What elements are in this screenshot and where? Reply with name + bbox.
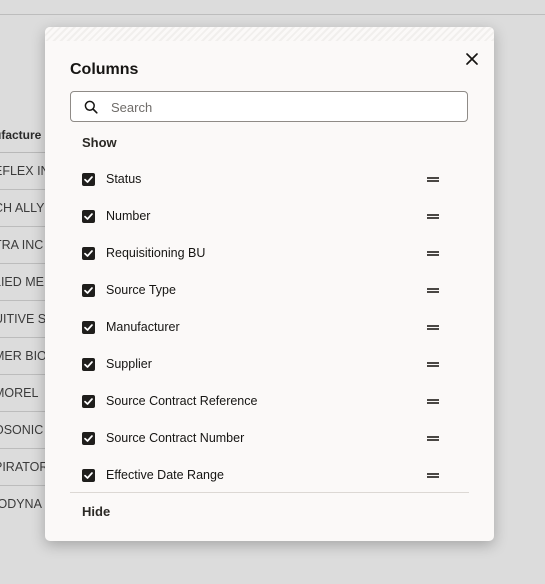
column-item-supplier[interactable]: Supplier xyxy=(82,346,452,383)
columns-dialog: Columns Show Status Number Requisitionin… xyxy=(45,27,494,541)
checkmark-icon xyxy=(84,398,93,405)
drag-handle-icon[interactable] xyxy=(427,249,439,257)
source-contract-number-checkbox[interactable] xyxy=(82,432,95,445)
checkmark-icon xyxy=(84,435,93,442)
background-table: ufacture EFLEX IN CH ALLY TRA INC LIED M… xyxy=(0,118,46,522)
checkmark-icon xyxy=(84,176,93,183)
drag-handle-icon[interactable] xyxy=(427,471,439,479)
table-row[interactable]: MER BIO xyxy=(0,338,46,375)
page-top-divider xyxy=(0,14,545,15)
hide-section-label: Hide xyxy=(82,504,111,519)
manufacturer-checkbox[interactable] xyxy=(82,321,95,334)
column-item-source-contract-number[interactable]: Source Contract Number xyxy=(82,420,452,457)
column-item-status[interactable]: Status xyxy=(82,161,452,198)
column-label: Number xyxy=(106,209,151,223)
column-item-source-type[interactable]: Source Type xyxy=(82,272,452,309)
dialog-drag-handle[interactable] xyxy=(45,27,494,41)
drag-handle-icon[interactable] xyxy=(427,397,439,405)
drag-handle-icon[interactable] xyxy=(427,175,439,183)
number-checkbox[interactable] xyxy=(82,210,95,223)
checkmark-icon xyxy=(84,287,93,294)
search-icon xyxy=(84,100,98,114)
show-section-label: Show xyxy=(82,135,117,150)
drag-handle-icon[interactable] xyxy=(427,286,439,294)
column-item-requisitioning-bu[interactable]: Requisitioning BU xyxy=(82,235,452,272)
status-checkbox[interactable] xyxy=(82,173,95,186)
column-item-manufacturer[interactable]: Manufacturer xyxy=(82,309,452,346)
checkmark-icon xyxy=(84,213,93,220)
close-button[interactable] xyxy=(462,49,482,69)
table-header-manufacturer[interactable]: ufacture xyxy=(0,118,46,153)
supplier-checkbox[interactable] xyxy=(82,358,95,371)
drag-handle-icon[interactable] xyxy=(427,434,439,442)
column-item-effective-date-range[interactable]: Effective Date Range xyxy=(82,457,452,494)
column-label: Requisitioning BU xyxy=(106,246,206,260)
effective-date-range-checkbox[interactable] xyxy=(82,469,95,482)
drag-handle-icon[interactable] xyxy=(427,323,439,331)
table-row[interactable]: IODYNA xyxy=(0,486,46,522)
drag-handle-icon[interactable] xyxy=(427,360,439,368)
dialog-title: Columns xyxy=(70,61,139,78)
table-row[interactable]: EFLEX IN xyxy=(0,153,46,190)
checkmark-icon xyxy=(84,250,93,257)
visible-columns-list: Status Number Requisitioning BU Source T… xyxy=(82,161,452,494)
column-label: Source Contract Reference xyxy=(106,394,258,408)
checkmark-icon xyxy=(84,324,93,331)
close-icon xyxy=(466,53,478,65)
source-type-checkbox[interactable] xyxy=(82,284,95,297)
column-label: Supplier xyxy=(106,357,152,371)
search-field[interactable] xyxy=(70,91,468,123)
table-row[interactable]: PIRATOR xyxy=(0,449,46,486)
search-input[interactable] xyxy=(109,92,453,123)
column-label: Effective Date Range xyxy=(106,468,224,482)
table-row[interactable]: CH ALLY xyxy=(0,190,46,227)
checkmark-icon xyxy=(84,472,93,479)
drag-handle-icon[interactable] xyxy=(427,212,439,220)
checkmark-icon xyxy=(84,361,93,368)
column-label: Source Type xyxy=(106,283,176,297)
column-item-source-contract-reference[interactable]: Source Contract Reference xyxy=(82,383,452,420)
table-row[interactable]: UITIVE SU xyxy=(0,301,46,338)
table-row[interactable]: MOREL xyxy=(0,375,46,412)
section-divider xyxy=(70,492,469,493)
column-item-number[interactable]: Number xyxy=(82,198,452,235)
source-contract-reference-checkbox[interactable] xyxy=(82,395,95,408)
table-row[interactable]: LIED ME xyxy=(0,264,46,301)
requisitioning-bu-checkbox[interactable] xyxy=(82,247,95,260)
column-label: Manufacturer xyxy=(106,320,180,334)
column-label: Status xyxy=(106,172,142,186)
table-row[interactable]: OSONIC xyxy=(0,412,46,449)
column-label: Source Contract Number xyxy=(106,431,245,445)
table-row[interactable]: TRA INC xyxy=(0,227,46,264)
